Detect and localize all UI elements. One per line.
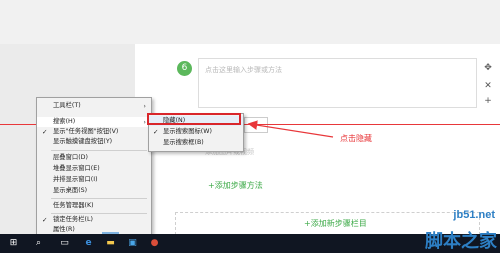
search-icon[interactable]: ⌕	[32, 237, 45, 250]
annotation-label: 点击隐藏	[340, 134, 372, 143]
app-icon[interactable]: ●	[148, 237, 161, 250]
store-icon[interactable]: ▣	[126, 237, 139, 250]
file-explorer-icon[interactable]: ▬	[104, 237, 117, 250]
start-icon[interactable]: ⊞	[7, 237, 20, 250]
edge-icon[interactable]: e	[82, 237, 95, 250]
watermark-domain: jb51.net	[453, 209, 495, 221]
task-view-icon[interactable]: ▭	[58, 237, 71, 250]
active-app-indicator	[102, 232, 119, 234]
annotation-arrow	[247, 120, 334, 138]
watermark-brand: 脚本之家	[425, 231, 497, 251]
